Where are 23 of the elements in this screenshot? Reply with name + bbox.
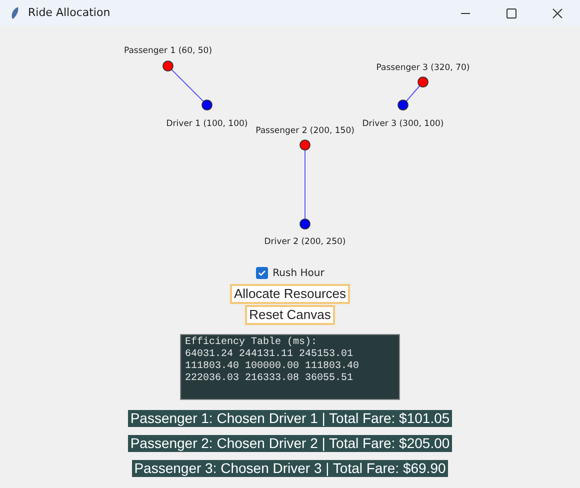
passenger-point (300, 140, 310, 150)
check-icon (258, 269, 266, 277)
allocate-button[interactable]: Allocate Resources (230, 284, 350, 304)
rush-hour-checkbox[interactable] (256, 267, 268, 279)
table-row-text: 222036.03 216333.08 36055.51 (185, 373, 354, 385)
passenger-label: Passenger 2 (200, 150) (256, 126, 354, 136)
passenger-label: Passenger 3 (320, 70) (376, 63, 470, 73)
feather-icon (10, 6, 20, 20)
passenger-label: Passenger 1 (60, 50) (124, 46, 212, 56)
driver-label: Driver 1 (100, 100) (166, 119, 248, 129)
reset-button[interactable]: Reset Canvas (245, 305, 335, 325)
passenger-point (162, 60, 174, 72)
table-row-text: 111803.40 100000.00 111803.40 (185, 361, 360, 373)
driver-point (300, 218, 310, 230)
passenger-point (418, 76, 428, 88)
driver-label: Driver 2 (200, 250) (264, 237, 346, 247)
rush-hour-label: Rush Hour (272, 266, 324, 280)
table-row-text: 64031.24 244131.11 245153.01 (185, 349, 354, 361)
driver-point (398, 100, 408, 110)
table-title: Efficiency Table (ms): (185, 337, 318, 349)
window-title: Ride Allocation (28, 4, 110, 21)
driver-point (202, 100, 212, 110)
driver-label: Driver 3 (300, 100) (362, 119, 444, 129)
